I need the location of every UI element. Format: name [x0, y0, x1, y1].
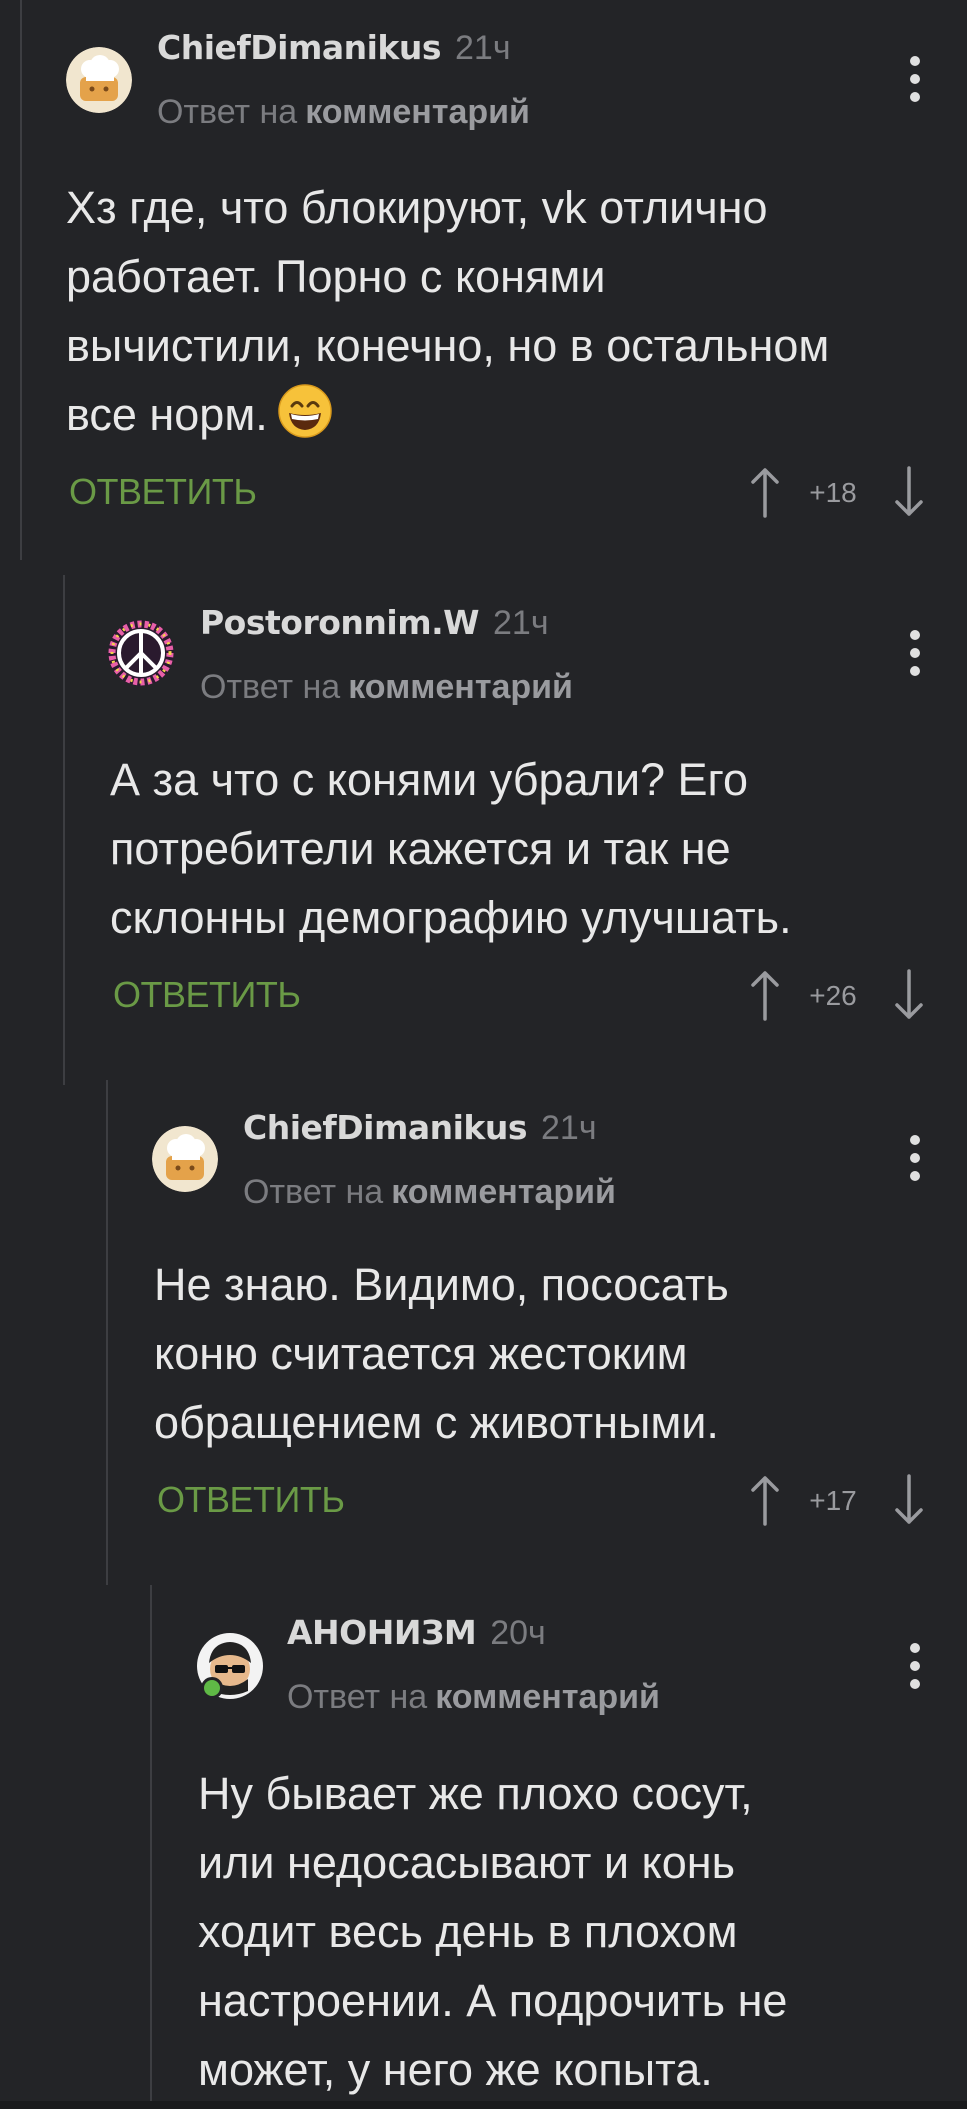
reply-to-line: Ответ на комментарий — [287, 1677, 660, 1717]
comment-4: АНОНИЗМ 20ч Ответ на комментарий Ну бывает… — [0, 1585, 967, 2109]
upvote-arrow-icon[interactable] — [747, 1474, 783, 1526]
comment-time: 21ч — [541, 1109, 597, 1147]
comment-text: Не знаю. Видимо, пососать коню считается… — [154, 1250, 954, 1457]
upvote-arrow-icon[interactable] — [747, 969, 783, 1021]
screen-bottom-edge — [0, 2101, 967, 2109]
more-options-icon[interactable] — [909, 630, 921, 676]
reply-prefix: Ответ на — [243, 1173, 384, 1211]
reply-prefix: Ответ на — [200, 668, 341, 706]
avatar[interactable] — [152, 1126, 218, 1192]
reply-to-line: Ответ на комментарий — [243, 1172, 616, 1212]
chef-hat-avatar-icon — [152, 1126, 218, 1192]
reply-prefix: Ответ на — [157, 93, 298, 131]
reply-target-link[interactable]: комментарий — [435, 1678, 660, 1716]
grinning-face-emoji-icon — [278, 384, 332, 438]
author-line: Postoronnim.W 21ч — [200, 603, 549, 643]
comment-text-content: Не знаю. Видимо, пососать коню считается… — [154, 1259, 729, 1448]
author-line: ChiefDimanikus 21ч — [157, 28, 511, 68]
author-line: АНОНИЗМ 20ч — [287, 1613, 546, 1653]
comment-time: 20ч — [490, 1614, 546, 1652]
downvote-arrow-icon[interactable] — [891, 1474, 927, 1526]
reply-target-link[interactable]: комментарий — [348, 668, 573, 706]
comment-text: А за что с конями убрали? Его потребител… — [110, 745, 950, 952]
reply-target-link[interactable]: комментарий — [391, 1173, 616, 1211]
author-name[interactable]: Postoronnim.W — [200, 603, 480, 642]
reply-button[interactable]: ОТВЕТИТЬ — [157, 1478, 345, 1522]
comment-text-content: Хз где, что блокируют, vk отлично работа… — [66, 182, 830, 440]
more-options-icon[interactable] — [909, 1135, 921, 1181]
chef-hat-avatar-icon — [66, 47, 132, 113]
more-options-icon[interactable] — [909, 1643, 921, 1689]
reply-to-line: Ответ на комментарий — [157, 92, 530, 132]
comment-text-content: А за что с конями убрали? Его потребител… — [110, 754, 792, 943]
comment-actions: ОТВЕТИТЬ +26 — [0, 967, 967, 1027]
reply-button[interactable]: ОТВЕТИТЬ — [113, 973, 301, 1017]
reply-button[interactable]: ОТВЕТИТЬ — [69, 470, 257, 514]
comment-actions: ОТВЕТИТЬ +18 — [0, 464, 967, 524]
comment-text: Хз где, что блокируют, vk отлично работа… — [66, 173, 946, 449]
reply-target-link[interactable]: комментарий — [305, 93, 530, 131]
avatar[interactable] — [197, 1633, 263, 1699]
peace-sign-avatar-icon — [108, 620, 174, 686]
author-name[interactable]: ChiefDimanikus — [157, 28, 442, 67]
comment-header: Postoronnim.W 21ч Ответ на комментарий — [0, 575, 967, 706]
rating-score: +17 — [809, 1485, 857, 1516]
comment-time: 21ч — [493, 604, 549, 642]
comment-2: Postoronnim.W 21ч Ответ на комментарий А з… — [0, 575, 967, 1085]
comment-1: ChiefDimanikus 21ч Ответ на комментарий Хз… — [0, 0, 967, 560]
comment-text-content: Ну бывает же плохо сосут, или недосасыва… — [198, 1768, 788, 2095]
avatar[interactable] — [108, 620, 174, 686]
author-line: ChiefDimanikus 21ч — [243, 1108, 597, 1148]
reply-prefix: Ответ на — [287, 1678, 428, 1716]
author-name[interactable]: АНОНИЗМ — [287, 1613, 477, 1652]
comment-actions: ОТВЕТИТЬ +17 — [0, 1472, 967, 1532]
author-name[interactable]: ChiefDimanikus — [243, 1108, 528, 1147]
comment-header: ChiefDimanikus 21ч Ответ на комментарий — [0, 0, 967, 131]
avatar[interactable] — [66, 47, 132, 113]
comment-header: ChiefDimanikus 21ч Ответ на комментарий — [0, 1080, 967, 1211]
online-status-icon — [201, 1677, 223, 1699]
reply-to-line: Ответ на комментарий — [200, 667, 573, 707]
downvote-arrow-icon[interactable] — [891, 969, 927, 1021]
rating-score: +18 — [809, 477, 857, 508]
comment-header: АНОНИЗМ 20ч Ответ на комментарий — [0, 1585, 967, 1716]
more-options-icon[interactable] — [909, 56, 921, 102]
comment-text: Ну бывает же плохо сосут, или недосасыва… — [198, 1759, 958, 2104]
upvote-arrow-icon[interactable] — [747, 466, 783, 518]
comment-time: 21ч — [455, 29, 511, 67]
comment-3: ChiefDimanikus 21ч Ответ на комментарий Не… — [0, 1080, 967, 1585]
rating-score: +26 — [809, 980, 857, 1011]
downvote-arrow-icon[interactable] — [891, 466, 927, 518]
